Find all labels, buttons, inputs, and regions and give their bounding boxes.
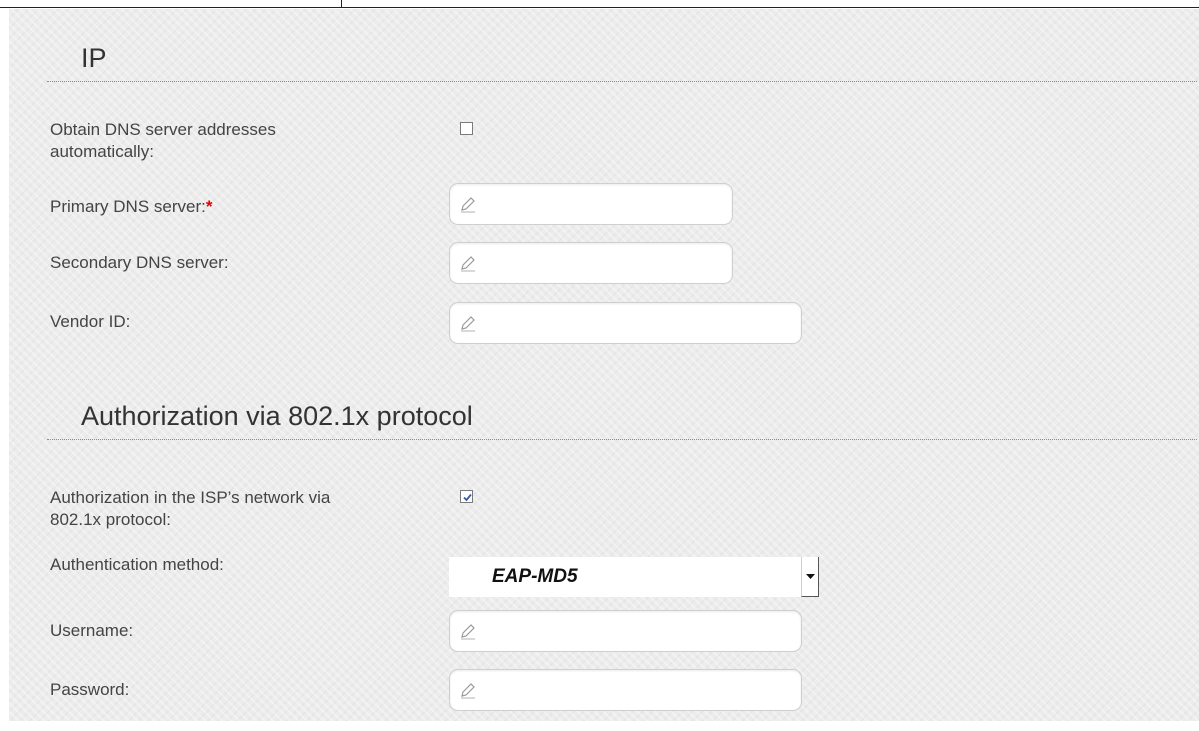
primary-dns-input[interactable] (449, 183, 733, 225)
obtain-dns-checkbox[interactable] (460, 122, 473, 135)
auth-enable-checkbox[interactable] (460, 490, 473, 503)
vendor-id-input[interactable] (449, 302, 802, 344)
password-input[interactable] (449, 669, 802, 711)
auth-enable-label: Authorization in the ISP’s network via 8… (50, 487, 330, 531)
obtain-dns-label-line1: Obtain DNS server addresses (50, 120, 276, 139)
frame-divider (341, 0, 342, 7)
auth-method-value: EAP-MD5 (492, 566, 578, 587)
obtain-dns-label: Obtain DNS server addresses automaticall… (50, 119, 276, 163)
required-mark: * (205, 197, 213, 216)
username-label: Username: (50, 620, 133, 642)
settings-panel: IP Obtain DNS server addresses automatic… (9, 9, 1199, 721)
secondary-dns-label: Secondary DNS server: (50, 252, 229, 274)
primary-dns-label: Primary DNS server:* (50, 196, 212, 218)
pencil-icon (461, 683, 475, 699)
check-icon (463, 493, 472, 502)
obtain-dns-label-line2: automatically: (50, 142, 154, 161)
secondary-dns-label-text: Secondary DNS server: (50, 253, 229, 272)
pencil-icon (461, 256, 475, 272)
username-label-text: Username: (50, 621, 134, 640)
secondary-dns-input[interactable] (449, 242, 733, 284)
pencil-icon (461, 624, 475, 640)
vendor-id-label: Vendor ID: (50, 311, 130, 333)
username-input[interactable] (449, 610, 802, 652)
auth-enable-label-line1: Authorization in the ISP’s network via (50, 488, 331, 507)
pencil-icon (461, 197, 475, 213)
chevron-down-icon (806, 574, 815, 579)
auth-method-label: Authentication method: (50, 554, 224, 576)
primary-dns-label-text: Primary DNS server: (50, 197, 206, 216)
section-title-ip: IP (47, 41, 1197, 82)
top-frame-border (0, 0, 1199, 8)
auth-method-label-text: Authentication method: (50, 555, 224, 574)
dropdown-arrow-button[interactable] (801, 557, 819, 597)
section-title-auth-text: Authorization via 802.1x protocol (81, 401, 473, 431)
vendor-id-label-text: Vendor ID: (50, 312, 131, 331)
password-label-text: Password: (50, 680, 130, 699)
auth-enable-label-line2: 802.1x protocol: (50, 510, 171, 529)
section-title-ip-text: IP (81, 43, 107, 73)
auth-method-select[interactable]: EAP-MD5 (449, 557, 819, 597)
password-label: Password: (50, 679, 129, 701)
pencil-icon (461, 316, 475, 332)
section-title-auth: Authorization via 802.1x protocol (47, 399, 1197, 440)
